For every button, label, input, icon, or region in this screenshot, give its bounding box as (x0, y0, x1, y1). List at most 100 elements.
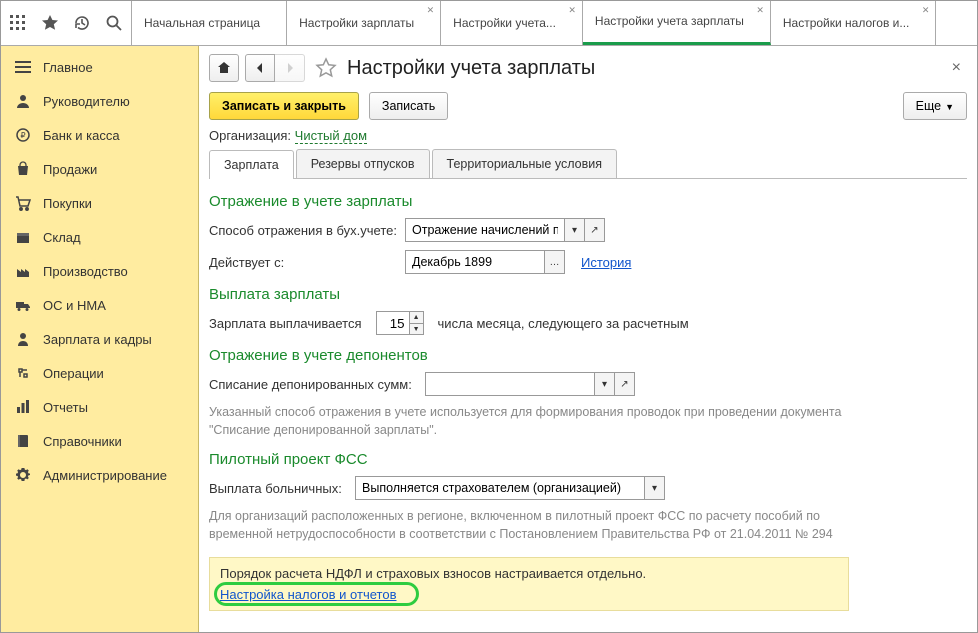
chart-icon (15, 399, 31, 415)
sidebar-item-operations[interactable]: Операции (1, 356, 198, 390)
close-page-button[interactable]: × (946, 59, 967, 77)
close-icon[interactable]: ✕ (568, 5, 576, 16)
save-close-button[interactable]: Записать и закрыть (209, 92, 359, 120)
payday-input[interactable] (376, 311, 410, 335)
close-icon[interactable]: ✕ (756, 5, 764, 16)
sidebar-item-production[interactable]: Производство (1, 254, 198, 288)
sidebar-item-main[interactable]: Главное (1, 50, 198, 84)
top-tab[interactable]: Настройки зарплаты ✕ (287, 1, 441, 45)
more-button[interactable]: Еще▼ (903, 92, 967, 120)
payday-stepper: ▲ ▼ (376, 311, 424, 335)
home-button[interactable] (209, 54, 239, 82)
inner-tab-territory[interactable]: Территориальные условия (432, 149, 617, 178)
topbar: Начальная страница Настройки зарплаты ✕ Н… (1, 1, 977, 46)
sidebar-item-label: Справочники (43, 434, 122, 449)
person-icon (15, 331, 31, 347)
search-icon[interactable] (105, 14, 123, 32)
sidebar-item-admin[interactable]: Администрирование (1, 458, 198, 492)
effective-from-input[interactable] (405, 250, 545, 274)
ops-icon (15, 365, 31, 381)
menu-icon (15, 59, 31, 75)
sidebar-item-label: Операции (43, 366, 104, 381)
org-link[interactable]: Чистый дом (295, 128, 367, 144)
top-tab-active[interactable]: Настройки учета зарплаты✕ (583, 1, 771, 45)
sidebar-item-sales[interactable]: Продажи (1, 152, 198, 186)
dropdown-button[interactable]: ▾ (565, 218, 585, 242)
sidebar-item-payroll[interactable]: Зарплата и кадры (1, 322, 198, 356)
truck-icon (15, 297, 31, 313)
sidebar-item-purchases[interactable]: Покупки (1, 186, 198, 220)
dropdown-button[interactable]: ▾ (595, 372, 615, 396)
inner-tab-salary[interactable]: Зарплата (209, 150, 294, 179)
sidebar-item-label: Главное (43, 60, 93, 75)
accounting-method-combo: ▾ ↗ (405, 218, 605, 242)
payday-label: Зарплата выплачивается (209, 316, 362, 331)
open-button[interactable]: ↗ (585, 218, 605, 242)
page-title: Настройки учета зарплаты (347, 57, 595, 80)
form-area: Отражение в учете зарплаты Способ отраже… (209, 189, 967, 611)
deponent-writeoff-input[interactable] (425, 372, 595, 396)
organization-row: Организация: Чистый дом (209, 128, 967, 143)
top-tab[interactable]: Настройки учета... ✕ (441, 1, 583, 45)
deponent-writeoff-combo: ▾ ↗ (425, 372, 635, 396)
ellipsis-button[interactable]: … (545, 250, 565, 274)
more-label: Еще (916, 99, 941, 113)
section-heading: Пилотный проект ФСС (209, 451, 963, 468)
svg-text:₽: ₽ (20, 131, 25, 140)
apps-icon[interactable] (9, 14, 27, 32)
sickpay-input[interactable] (355, 476, 645, 500)
titlebar: Настройки учета зарплаты × (209, 54, 967, 82)
sidebar-item-reports[interactable]: Отчеты (1, 390, 198, 424)
note-text: Порядок расчета НДФЛ и страховых взносов… (220, 566, 838, 581)
close-icon[interactable]: ✕ (922, 5, 930, 16)
history-icon[interactable] (73, 14, 91, 32)
sidebar-item-manager[interactable]: Руководителю (1, 84, 198, 118)
toolbar-icons (1, 1, 132, 45)
payday-suffix: числа месяца, следующего за расчетным (438, 316, 689, 331)
spin-up-button[interactable]: ▲ (410, 311, 424, 323)
section-heading: Выплата зарплаты (209, 286, 963, 303)
open-button[interactable]: ↗ (615, 372, 635, 396)
save-button[interactable]: Записать (369, 92, 448, 120)
gear-icon (15, 467, 31, 483)
box-icon (15, 229, 31, 245)
factory-icon (15, 263, 31, 279)
sidebar-item-label: ОС и НМА (43, 298, 106, 313)
tab-label: Настройки учета... (453, 16, 556, 31)
forward-button (275, 54, 305, 82)
sidebar-item-label: Производство (43, 264, 128, 279)
favorite-icon[interactable] (315, 57, 337, 79)
accounting-method-input[interactable] (405, 218, 565, 242)
back-button[interactable] (245, 54, 275, 82)
star-icon[interactable] (41, 14, 59, 32)
sidebar-item-label: Администрирование (43, 468, 167, 483)
sidebar-item-catalogs[interactable]: Справочники (1, 424, 198, 458)
section-heading: Отражение в учете депонентов (209, 347, 963, 364)
top-tab[interactable]: Настройки налогов и...✕ (771, 1, 937, 45)
inner-tab-reserves[interactable]: Резервы отпусков (296, 149, 430, 178)
tax-settings-link[interactable]: Настройка налогов и отчетов (220, 587, 396, 602)
sidebar-item-assets[interactable]: ОС и НМА (1, 288, 198, 322)
tab-label: Настройки зарплаты (299, 16, 414, 31)
deponent-writeoff-label: Списание депонированных сумм: (209, 377, 419, 392)
top-tab[interactable]: Начальная страница (132, 1, 287, 45)
content: Настройки учета зарплаты × Записать и за… (199, 46, 977, 632)
user-icon (15, 93, 31, 109)
sickpay-label: Выплата больничных: (209, 481, 349, 496)
org-label: Организация: (209, 128, 291, 143)
spin-down-button[interactable]: ▼ (410, 323, 424, 335)
sidebar-item-bank[interactable]: ₽ Банк и касса (1, 118, 198, 152)
sickpay-combo: ▾ (355, 476, 665, 500)
action-row: Записать и закрыть Записать Еще▼ (209, 92, 967, 120)
section-heading: Отражение в учете зарплаты (209, 193, 963, 210)
history-link[interactable]: История (581, 255, 631, 270)
sidebar-item-warehouse[interactable]: Склад (1, 220, 198, 254)
coin-icon: ₽ (15, 127, 31, 143)
close-icon[interactable]: ✕ (427, 5, 435, 16)
accounting-method-label: Способ отражения в бух.учете: (209, 223, 399, 238)
sidebar-item-label: Зарплата и кадры (43, 332, 152, 347)
dropdown-button[interactable]: ▾ (645, 476, 665, 500)
sidebar-item-label: Отчеты (43, 400, 88, 415)
effective-from-label: Действует с: (209, 255, 399, 270)
sidebar-item-label: Банк и касса (43, 128, 120, 143)
